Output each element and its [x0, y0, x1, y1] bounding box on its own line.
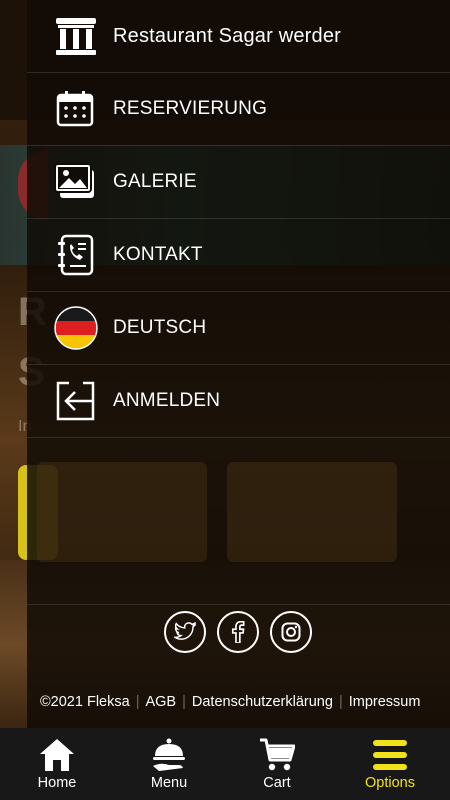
drawer-item-label: GALERIE: [113, 171, 197, 192]
background-card-blurred: [37, 462, 207, 562]
instagram-link[interactable]: [270, 611, 312, 653]
separator: |: [135, 694, 140, 710]
germany-flag-icon: [54, 306, 98, 350]
bottom-navigation: Home Menu Cart Options: [0, 728, 450, 800]
separator: |: [182, 694, 186, 710]
restaurant-building-icon: [54, 14, 98, 58]
imprint-link[interactable]: Impressum: [349, 694, 421, 710]
calendar-icon: [54, 87, 98, 131]
facebook-link[interactable]: [217, 611, 259, 653]
nav-cart[interactable]: Cart: [257, 728, 297, 800]
separator: |: [338, 694, 343, 710]
login-icon: [54, 379, 98, 423]
facebook-icon: [231, 621, 245, 643]
drawer-item-gallery[interactable]: GALERIE: [27, 146, 450, 219]
drawer-item-label: RESERVIERUNG: [113, 98, 268, 119]
contact-book-icon: [54, 233, 98, 277]
drawer-item-login[interactable]: ANMELDEN: [27, 365, 450, 438]
instagram-icon: [281, 622, 301, 642]
drawer-item-reservation[interactable]: RESERVIERUNG: [27, 73, 450, 146]
footer-links: ©2021 Fleksa | AGB | Datenschutzerklärun…: [40, 694, 450, 710]
privacy-link[interactable]: Datenschutzerklärung: [192, 694, 333, 710]
drawer-item-contact[interactable]: KONTAKT: [27, 219, 450, 292]
drawer-item-label: ANMELDEN: [113, 390, 221, 411]
drawer-item-label: KONTAKT: [113, 244, 203, 265]
nav-label: Home: [37, 775, 77, 791]
nav-label: Options: [365, 775, 415, 791]
drawer-item-restaurant[interactable]: Restaurant Sagar werder: [27, 0, 450, 73]
nav-home[interactable]: Home: [35, 728, 79, 800]
gallery-icon: [54, 160, 98, 204]
twitter-icon: [174, 622, 196, 640]
nav-menu[interactable]: Menu: [146, 728, 192, 800]
agb-link[interactable]: AGB: [145, 694, 176, 710]
divider: [27, 604, 450, 605]
hamburger-menu-icon: [370, 737, 410, 773]
drawer-item-label: Restaurant Sagar werder: [113, 24, 342, 47]
background-card-blurred: [227, 462, 397, 562]
nav-label: Cart: [263, 775, 291, 791]
twitter-link[interactable]: [164, 611, 206, 653]
options-drawer: Restaurant Sagar werder RESERVIERUNG GAL…: [27, 0, 450, 728]
nav-label: Menu: [150, 775, 188, 791]
copyright-text: ©2021 Fleksa: [40, 694, 130, 710]
home-icon: [37, 737, 77, 773]
serving-cloche-icon: [149, 737, 189, 773]
drawer-item-label: DEUTSCH: [113, 317, 207, 338]
cart-icon: [257, 737, 297, 773]
nav-options[interactable]: Options: [363, 728, 417, 800]
drawer-item-language[interactable]: DEUTSCH: [27, 292, 450, 365]
